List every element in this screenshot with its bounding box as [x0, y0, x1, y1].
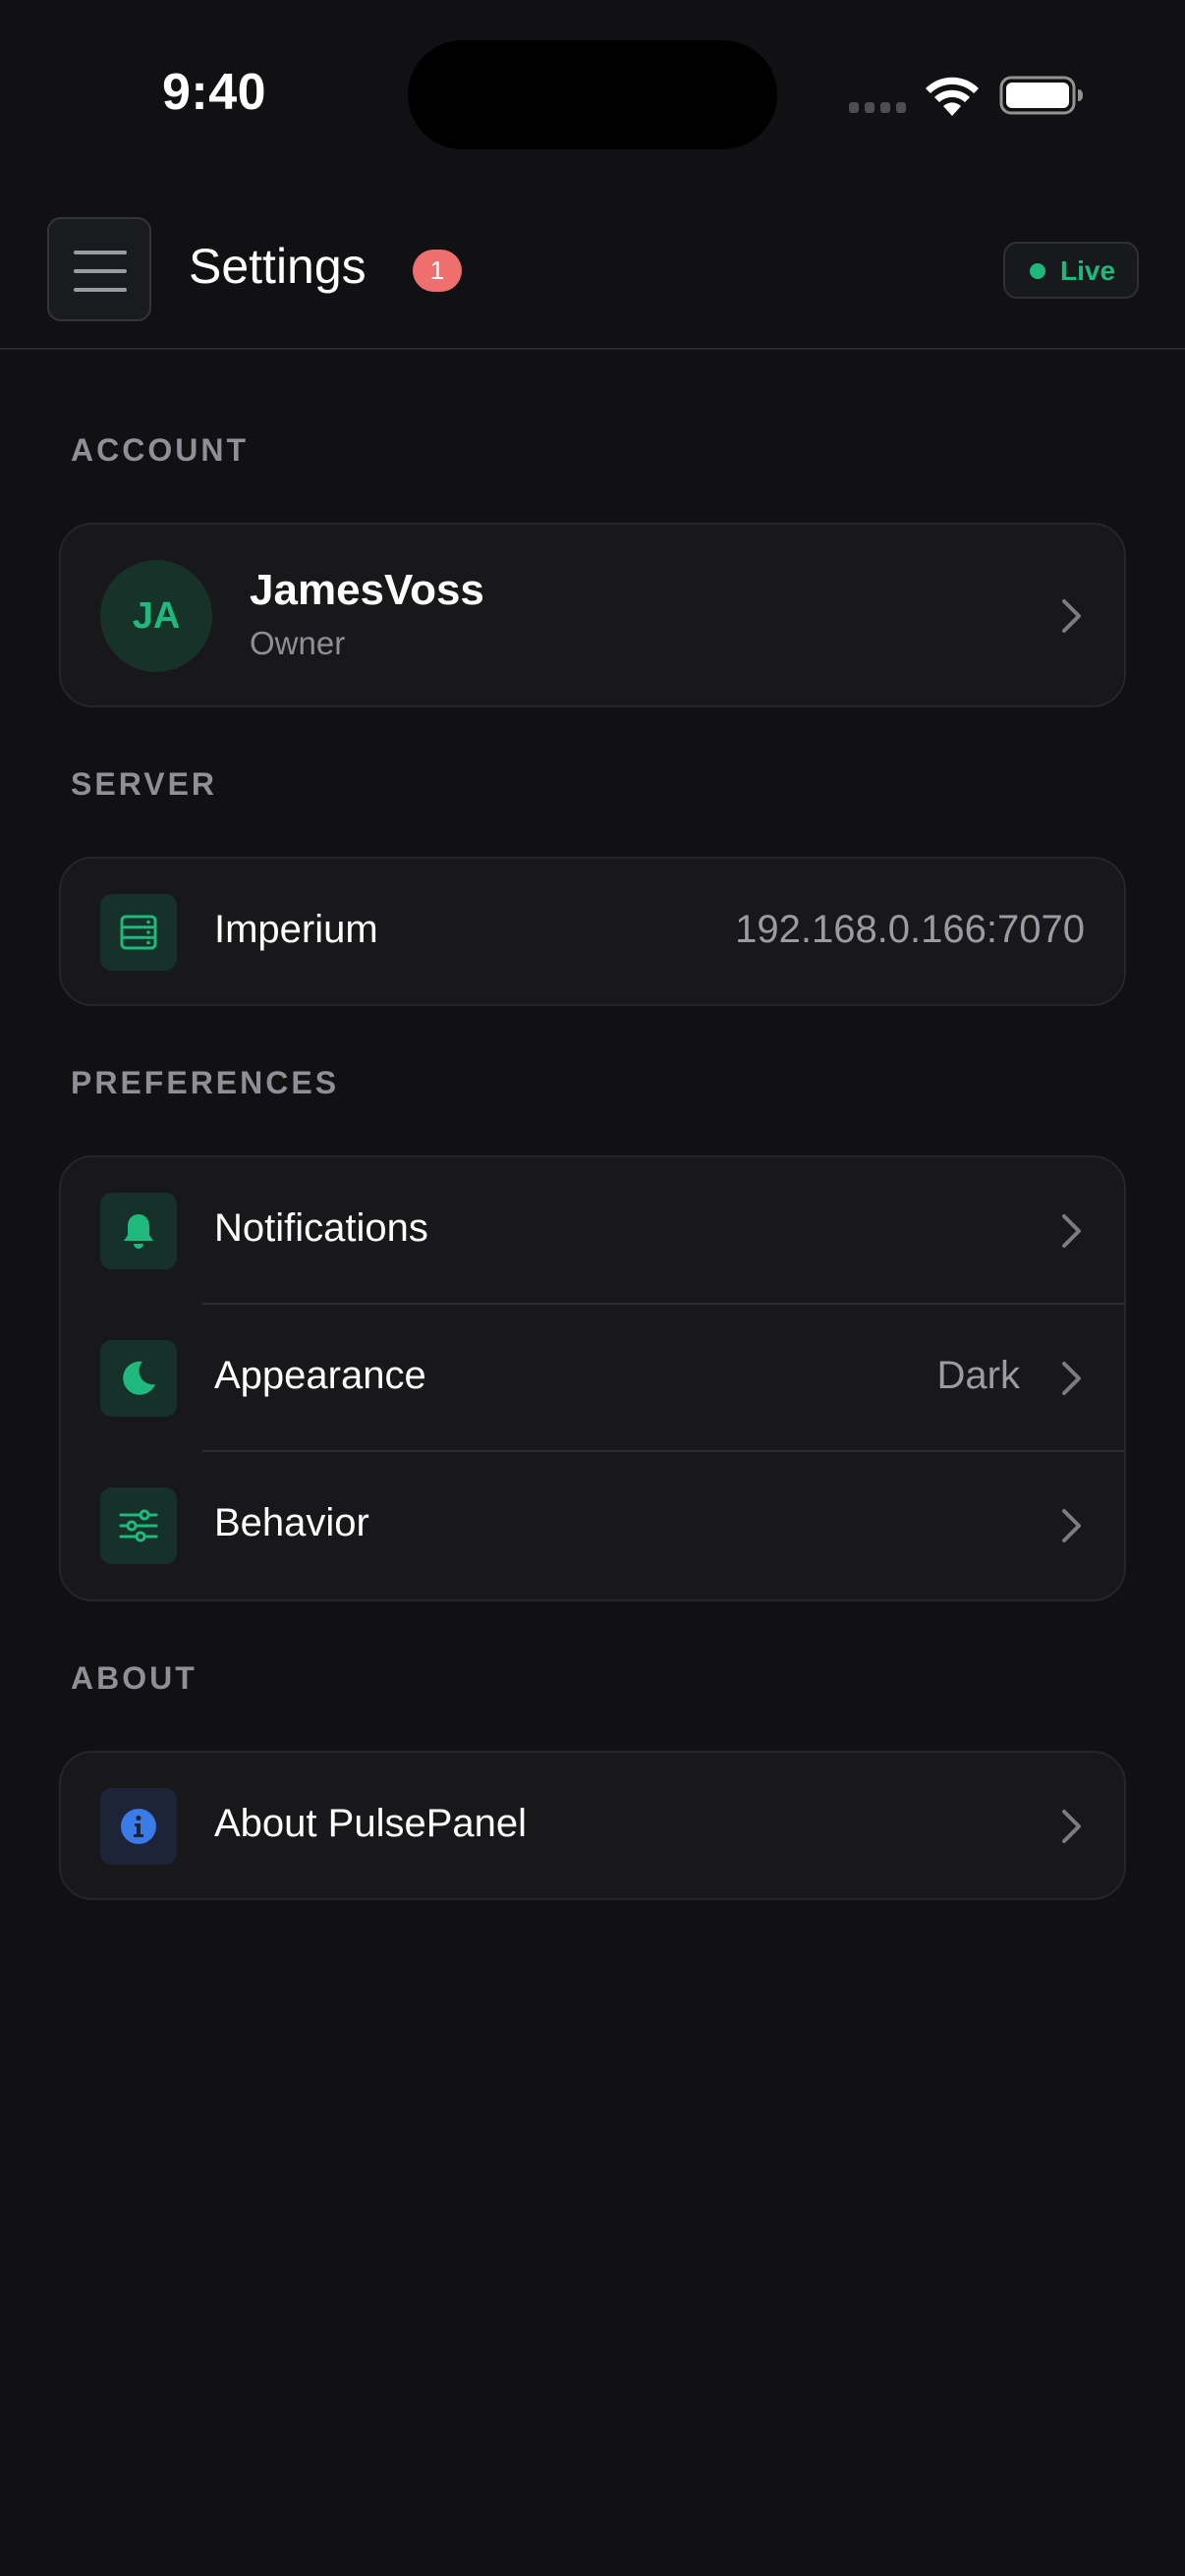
account-card[interactable]: JA JamesVoss Owner — [59, 523, 1126, 707]
chevron-right-icon — [1062, 599, 1081, 633]
about-label: About PulsePanel — [214, 1802, 528, 1845]
preferences-item-label: Behavior — [214, 1501, 369, 1544]
preferences-card: Notifications Appearance Dark Behavior — [59, 1155, 1126, 1601]
sliders-icon — [100, 1487, 177, 1564]
status-time: 9:40 — [162, 64, 267, 121]
chevron-right-icon — [1062, 1509, 1081, 1542]
cellular-signal-icon — [849, 102, 906, 113]
server-row[interactable]: Imperium 192.168.0.166:7070 — [61, 859, 1124, 1004]
live-status-label: Live — [1060, 255, 1116, 286]
about-row[interactable]: About PulsePanel — [61, 1753, 1124, 1898]
server-card[interactable]: Imperium 192.168.0.166:7070 — [59, 857, 1126, 1006]
moon-icon — [100, 1340, 177, 1417]
chevron-right-icon — [1062, 1214, 1081, 1248]
preferences-item-label: Appearance — [214, 1354, 426, 1397]
appearance-value: Dark — [936, 1354, 1020, 1397]
page-title: Settings — [189, 239, 367, 294]
preferences-row-behavior[interactable]: Behavior — [61, 1452, 1124, 1599]
section-label-server: SERVER — [71, 766, 218, 802]
avatar: JA — [100, 560, 212, 672]
menu-button[interactable] — [47, 217, 151, 321]
account-name: JamesVoss — [250, 566, 484, 614]
wifi-icon — [926, 77, 979, 116]
live-status-badge: Live — [1003, 242, 1139, 299]
status-bar: 9:40 — [0, 0, 1185, 187]
about-card[interactable]: About PulsePanel — [59, 1751, 1126, 1900]
app-header: Settings 1 Live — [0, 187, 1185, 350]
server-address: 192.168.0.166:7070 — [735, 908, 1085, 951]
bell-icon — [100, 1193, 177, 1269]
dynamic-island — [408, 40, 777, 149]
chevron-right-icon — [1062, 1810, 1081, 1843]
section-label-preferences: PREFERENCES — [71, 1065, 340, 1100]
chevron-right-icon — [1062, 1362, 1081, 1395]
section-label-about: ABOUT — [71, 1660, 198, 1696]
notification-badge: 1 — [413, 250, 462, 292]
server-name: Imperium — [214, 908, 378, 951]
preferences-item-label: Notifications — [214, 1206, 428, 1250]
info-icon — [100, 1788, 177, 1865]
preferences-row-notifications[interactable]: Notifications — [61, 1157, 1124, 1305]
section-label-account: ACCOUNT — [71, 432, 249, 468]
live-dot-icon — [1030, 263, 1045, 279]
battery-icon — [999, 76, 1083, 115]
preferences-row-appearance[interactable]: Appearance Dark — [61, 1305, 1124, 1452]
account-role: Owner — [250, 625, 346, 661]
server-icon — [100, 894, 177, 971]
